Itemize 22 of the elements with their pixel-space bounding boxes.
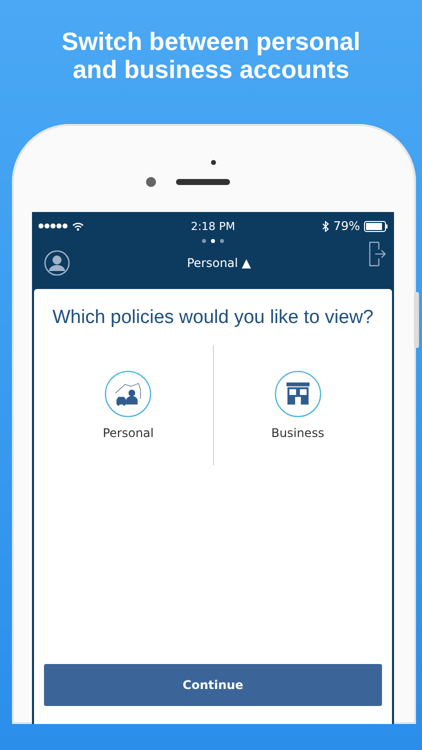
option-label[interactable]: Personal (102, 426, 154, 440)
person-car-house-icon[interactable] (104, 370, 152, 418)
camera-icon (146, 177, 156, 187)
page-dot[interactable] (220, 239, 224, 243)
speaker-icon (176, 179, 230, 185)
storefront-icon[interactable] (274, 370, 322, 418)
logout-icon[interactable] (368, 240, 386, 268)
continue-button[interactable]: Continue (44, 664, 382, 706)
signal-icon (38, 223, 68, 229)
battery-percent: 79% (333, 219, 360, 233)
page-dot[interactable] (202, 239, 206, 243)
page-dot[interactable] (211, 239, 215, 243)
battery-icon (364, 220, 388, 232)
option-label[interactable]: Business (271, 426, 324, 440)
account-switcher[interactable]: Personal ▲ (182, 254, 256, 272)
sensor-icon (210, 160, 216, 165)
bluetooth-icon (322, 220, 330, 232)
headline: Switch between personal and business accounts (60, 27, 362, 84)
question-text: Which policies would you like to view? (51, 307, 375, 329)
wifi-icon (72, 222, 84, 230)
avatar-icon[interactable] (44, 250, 70, 276)
status-time: 2:18 PM (190, 220, 236, 232)
